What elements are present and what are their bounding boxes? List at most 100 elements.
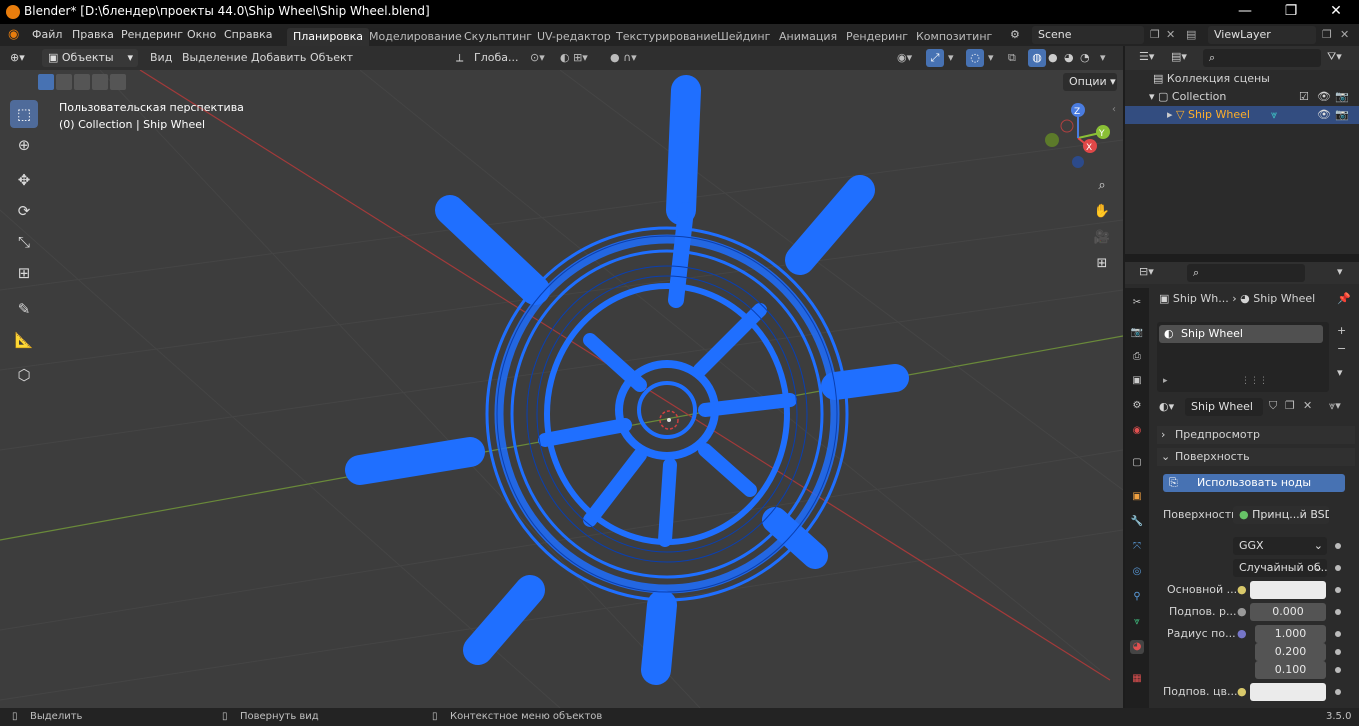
- preview-panel-header[interactable]: › Предпросмотр: [1157, 426, 1355, 444]
- tab-uv-editing[interactable]: UV-редактор: [537, 28, 611, 46]
- ship-wheel-object[interactable]: [0, 70, 1123, 708]
- new-view-layer-icon[interactable]: ❐: [1322, 27, 1332, 43]
- view-layer-field[interactable]: ViewLayer: [1208, 26, 1316, 44]
- orientation-icon[interactable]: ⟂: [456, 50, 463, 66]
- keyframe-dot-icon[interactable]: [1335, 689, 1341, 695]
- tab-compositing[interactable]: Композитинг: [916, 28, 992, 46]
- outliner-row-collection[interactable]: ▾ ▢ Collection ☑ 👁 📷: [1125, 88, 1359, 106]
- constraints-tab-icon[interactable]: ⚲: [1130, 590, 1144, 604]
- pan-hand-icon[interactable]: ✋: [1090, 200, 1114, 224]
- keyframe-dot-icon[interactable]: [1335, 609, 1341, 615]
- modifiers-tab-icon[interactable]: 🔧: [1130, 515, 1144, 529]
- gizmo-toggle-icon[interactable]: ⤢: [926, 49, 944, 67]
- close-button[interactable]: ✕: [1313, 0, 1359, 24]
- render-tab-icon[interactable]: 📷: [1130, 326, 1144, 340]
- tab-layout[interactable]: Планировка: [287, 28, 369, 46]
- surface-shader-field[interactable]: ● Принц...й BSDF: [1233, 506, 1329, 524]
- pivot-icon[interactable]: ⊙▾: [530, 50, 545, 66]
- subsurface-value-field[interactable]: 0.000: [1250, 603, 1326, 621]
- gizmo-dropdown-icon[interactable]: ▾: [948, 50, 954, 66]
- menu-view[interactable]: Вид: [150, 50, 172, 66]
- menu-object[interactable]: Объект: [310, 50, 353, 66]
- visibility-icon[interactable]: ◉▾: [897, 50, 912, 66]
- scene-tab-icon[interactable]: ⚙: [1130, 399, 1144, 413]
- keyframe-dot-icon[interactable]: [1335, 631, 1341, 637]
- camera-render-icon[interactable]: 📷: [1335, 106, 1349, 124]
- pin-icon[interactable]: 📌: [1337, 292, 1351, 305]
- eye-icon[interactable]: 👁: [1317, 88, 1331, 106]
- menu-window[interactable]: Окно: [187, 27, 216, 43]
- camera-view-icon[interactable]: 🎥: [1090, 226, 1114, 250]
- zoom-icon[interactable]: ⌕: [1090, 174, 1114, 198]
- link-mode-icon[interactable]: ⩔▾: [1329, 399, 1341, 413]
- collection-tab-icon[interactable]: ▢: [1130, 456, 1144, 470]
- checkbox-icon[interactable]: ☑: [1299, 88, 1309, 106]
- proportional-edit-icon[interactable]: ● ∩▾: [610, 50, 637, 66]
- world-tab-icon[interactable]: ◉: [1130, 424, 1144, 438]
- base-color-swatch[interactable]: [1250, 581, 1326, 599]
- keyframe-dot-icon[interactable]: [1335, 649, 1341, 655]
- keyframe-dot-icon[interactable]: [1335, 587, 1341, 593]
- distribution-select[interactable]: GGX ⌄: [1233, 537, 1327, 555]
- material-name-field[interactable]: Ship Wheel: [1185, 398, 1263, 416]
- particles-tab-icon[interactable]: ⤧: [1130, 540, 1144, 554]
- texture-tab-icon[interactable]: ▦: [1130, 672, 1144, 686]
- tool-tab-icon[interactable]: ✂: [1130, 296, 1144, 310]
- shading-dropdown-icon[interactable]: ▾: [1100, 50, 1106, 66]
- properties-search-input[interactable]: ⌕: [1187, 264, 1305, 282]
- unlink-material-icon[interactable]: ✕: [1303, 399, 1312, 412]
- radius-x-field[interactable]: 1.000: [1255, 625, 1326, 643]
- use-nodes-button[interactable]: ⎘ Использовать ноды: [1163, 474, 1345, 492]
- properties-editor-icon[interactable]: ⊟▾: [1139, 265, 1154, 278]
- editor-type-icon[interactable]: ⊕▾: [10, 50, 25, 66]
- add-slot-button[interactable]: +: [1337, 324, 1346, 337]
- tab-texture-paint[interactable]: Текстурирование: [616, 28, 717, 46]
- menu-edit[interactable]: Правка: [72, 27, 114, 43]
- duplicate-material-icon[interactable]: ❐: [1285, 399, 1295, 412]
- sidebar-toggle-icon[interactable]: ‹: [1112, 104, 1116, 115]
- display-mode-icon[interactable]: ▤▾: [1171, 50, 1187, 63]
- snap-icon[interactable]: ◐ ⊞▾: [560, 50, 588, 66]
- perspective-toggle-icon[interactable]: ⊞: [1090, 252, 1114, 276]
- radius-z-field[interactable]: 0.100: [1255, 661, 1326, 679]
- keyframe-dot-icon[interactable]: [1335, 667, 1341, 673]
- keyframe-dot-icon[interactable]: [1335, 565, 1341, 571]
- menu-file[interactable]: Файл: [32, 27, 62, 43]
- delete-view-layer-icon[interactable]: ✕: [1340, 27, 1349, 43]
- new-scene-icon[interactable]: ❐: [1150, 27, 1160, 43]
- expand-arrow-icon[interactable]: ▸: [1167, 108, 1176, 121]
- minimize-button[interactable]: —: [1222, 0, 1268, 24]
- tab-animation[interactable]: Анимация: [779, 28, 837, 46]
- fake-user-icon[interactable]: ⛉: [1269, 399, 1277, 413]
- keyframe-dot-icon[interactable]: [1335, 543, 1341, 549]
- orientation-select[interactable]: Глоба...: [474, 50, 518, 66]
- overlays-dropdown-icon[interactable]: ▾: [988, 50, 994, 66]
- material-tab-icon[interactable]: ◕: [1130, 640, 1144, 654]
- outliner-search-input[interactable]: ⌕: [1203, 49, 1321, 67]
- remove-slot-button[interactable]: −: [1337, 342, 1346, 355]
- tab-modeling[interactable]: Моделирование: [369, 28, 462, 46]
- blender-menu-icon[interactable]: ◉: [8, 27, 19, 43]
- rendered-shading-icon[interactable]: ◔: [1080, 50, 1090, 66]
- material-shading-icon[interactable]: ◕: [1064, 50, 1074, 66]
- camera-render-icon[interactable]: 📷: [1335, 88, 1349, 106]
- tab-sculpting[interactable]: Скульптинг: [464, 28, 532, 46]
- solid-shading-icon[interactable]: ●: [1048, 50, 1058, 66]
- list-resize-handle-icon[interactable]: ⋮⋮⋮: [1241, 376, 1268, 386]
- navigation-gizmo[interactable]: Z Y X: [1040, 98, 1120, 178]
- radius-y-field[interactable]: 0.200: [1255, 643, 1326, 661]
- tab-rendering[interactable]: Рендеринг: [846, 28, 908, 46]
- outliner-row-ship-wheel[interactable]: ▸ ▽ Ship Wheel ⩔ 👁 📷: [1125, 106, 1359, 124]
- view-layer-tab-icon[interactable]: ▣: [1130, 374, 1144, 388]
- material-selector[interactable]: ◐▾: [1159, 400, 1174, 413]
- filter-icon[interactable]: ⛛▾: [1327, 50, 1342, 64]
- maximize-button[interactable]: ❐: [1268, 0, 1314, 24]
- tab-shading[interactable]: Шейдинг: [717, 28, 770, 46]
- surface-panel-header[interactable]: ⌄ Поверхность: [1157, 448, 1355, 466]
- xray-icon[interactable]: ⧉: [1008, 50, 1016, 66]
- outliner-editor-icon[interactable]: ☰▾: [1139, 50, 1154, 63]
- menu-select[interactable]: Выделение: [182, 50, 248, 66]
- material-slot-item[interactable]: ◐ Ship Wheel: [1159, 325, 1323, 343]
- menu-add[interactable]: Добавить: [251, 50, 306, 66]
- eye-icon[interactable]: 👁: [1317, 106, 1331, 124]
